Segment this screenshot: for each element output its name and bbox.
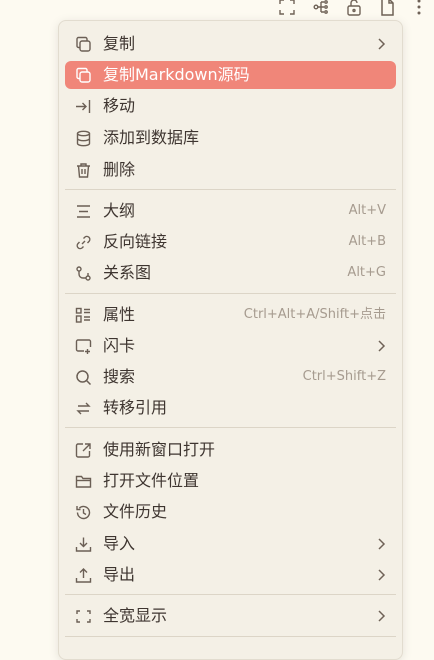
document-icon[interactable] xyxy=(378,0,396,16)
menu-item-shortcut: Alt+V xyxy=(348,203,386,218)
menu-item-flashcard[interactable]: 闪卡 xyxy=(65,332,396,360)
menu-item-label: 删除 xyxy=(103,160,136,179)
chevron-right-icon xyxy=(374,609,388,623)
menu-item-search[interactable]: 搜索 Ctrl+Shift+Z xyxy=(65,363,396,391)
menu-item-shortcut: Ctrl+Shift+Z xyxy=(302,369,386,384)
copy-icon xyxy=(75,36,92,53)
menu-item-delete[interactable]: 删除 xyxy=(65,156,396,184)
move-icon xyxy=(75,98,92,115)
menu-item-label: 文件历史 xyxy=(103,502,168,521)
menu-item-open-new-window[interactable]: 使用新窗口打开 xyxy=(65,436,396,464)
chevron-right-icon xyxy=(374,339,388,353)
menu-item-copy-markdown[interactable]: 复制Markdown源码 xyxy=(65,61,396,89)
menu-item-label: 反向链接 xyxy=(103,232,168,251)
menu-item-outline[interactable]: 大纲 Alt+V xyxy=(65,197,396,225)
chevron-right-icon xyxy=(374,568,388,582)
search-icon xyxy=(75,369,92,386)
menu-item-attributes[interactable]: 属性 Ctrl+Alt+A/Shift+点击 xyxy=(65,301,396,329)
menu-item-label: 复制 xyxy=(103,34,136,53)
menu-item-label: 搜索 xyxy=(103,367,136,386)
menu-divider xyxy=(65,594,396,595)
menu-item-file-history[interactable]: 文件历史 xyxy=(65,498,396,526)
menu-item-graph[interactable]: 关系图 Alt+G xyxy=(65,259,396,287)
menu-item-backlinks[interactable]: 反向链接 Alt+B xyxy=(65,228,396,256)
menu-item-shortcut: Ctrl+Alt+A/Shift+点击 xyxy=(243,307,386,322)
attributes-icon xyxy=(75,307,92,324)
menu-item-label: 使用新窗口打开 xyxy=(103,440,216,459)
lock-icon[interactable] xyxy=(345,0,363,16)
outline-icon xyxy=(75,203,92,220)
history-icon xyxy=(75,504,92,521)
copy-icon xyxy=(75,67,92,84)
link-icon xyxy=(75,234,92,251)
transfer-icon xyxy=(75,400,92,417)
menu-item-label: 闪卡 xyxy=(103,336,136,355)
graph-icon xyxy=(75,265,92,282)
menu-item-full-width[interactable]: 全宽显示 xyxy=(65,602,396,630)
menu-item-add-to-database[interactable]: 添加到数据库 xyxy=(65,124,396,152)
menu-item-shortcut: Alt+G xyxy=(347,265,386,280)
fullscreen-icon[interactable] xyxy=(278,0,296,16)
import-icon xyxy=(75,536,92,553)
export-icon xyxy=(75,567,92,584)
menu-divider xyxy=(65,293,396,294)
menu-item-shortcut: Alt+B xyxy=(348,234,386,249)
menu-item-open-file-location[interactable]: 打开文件位置 xyxy=(65,467,396,495)
trash-icon xyxy=(75,162,92,179)
folder-icon xyxy=(75,473,92,490)
open-window-icon xyxy=(75,442,92,459)
menu-item-label: 复制Markdown源码 xyxy=(103,65,250,84)
menu-item-label: 属性 xyxy=(103,305,136,324)
menu-item-label: 导入 xyxy=(103,534,136,553)
menu-item-move[interactable]: 移动 xyxy=(65,92,396,120)
context-menu: 复制 复制Markdown源码 移动 添加到数据库 删除 大纲 Alt+V 反向… xyxy=(58,20,403,660)
menu-item-export[interactable]: 导出 xyxy=(65,561,396,589)
menu-item-label: 关系图 xyxy=(103,263,152,282)
full-width-icon xyxy=(75,608,92,625)
menu-item-copy[interactable]: 复制 xyxy=(65,30,396,58)
chevron-right-icon xyxy=(374,537,388,551)
more-vertical-icon[interactable] xyxy=(410,0,428,16)
menu-divider xyxy=(65,189,396,190)
menu-item-label: 转移引用 xyxy=(103,398,168,417)
menu-item-label: 全宽显示 xyxy=(103,606,168,625)
menu-item-label: 大纲 xyxy=(103,201,136,220)
outline-tree-icon[interactable] xyxy=(311,0,329,16)
database-icon xyxy=(75,130,92,147)
chevron-right-icon xyxy=(374,37,388,51)
menu-item-label: 添加到数据库 xyxy=(103,128,200,147)
menu-item-import[interactable]: 导入 xyxy=(65,530,396,558)
editor-toolbar xyxy=(270,0,434,20)
menu-divider xyxy=(65,636,396,637)
menu-item-transfer-reference[interactable]: 转移引用 xyxy=(65,394,396,422)
menu-divider xyxy=(65,427,396,428)
flashcard-icon xyxy=(75,338,92,355)
menu-item-label: 打开文件位置 xyxy=(103,471,200,490)
menu-item-label: 移动 xyxy=(103,96,136,115)
menu-item-label: 导出 xyxy=(103,565,136,584)
